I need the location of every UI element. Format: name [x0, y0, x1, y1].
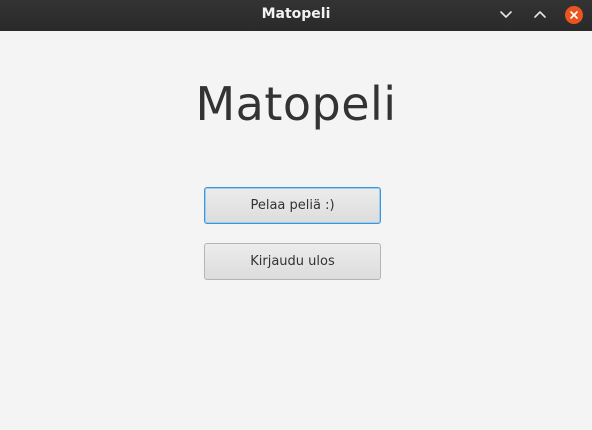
maximize-button[interactable]: [528, 3, 552, 27]
play-game-button[interactable]: Pelaa peliä :): [204, 187, 381, 224]
page-title: Matopeli: [195, 77, 397, 131]
app-window: Matopeli Matopeli Pelaa peliä :) Kirjaud…: [0, 0, 592, 430]
close-icon: [565, 6, 583, 24]
minimize-icon: [500, 11, 512, 18]
main-content: Matopeli Pelaa peliä :) Kirjaudu ulos: [0, 31, 592, 430]
maximize-icon: [534, 11, 546, 18]
minimize-button[interactable]: [494, 3, 518, 27]
close-button[interactable]: [562, 3, 586, 27]
logout-button[interactable]: Kirjaudu ulos: [204, 243, 381, 280]
title-bar[interactable]: Matopeli: [0, 0, 592, 31]
